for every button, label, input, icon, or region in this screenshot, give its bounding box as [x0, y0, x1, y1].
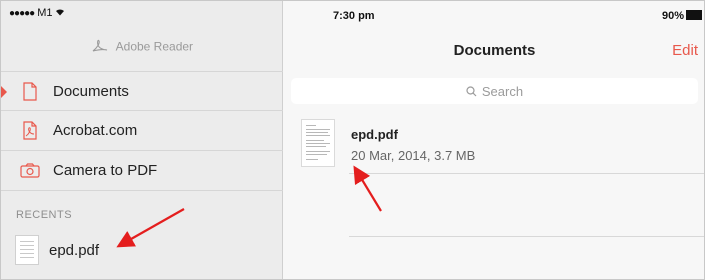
adobe-acrobat-logo-icon: [91, 39, 109, 56]
app-window: ●●●●● M1 Adobe Reader Documents Acrobat.…: [0, 0, 705, 280]
sidebar-item-label: Camera to PDF: [53, 162, 158, 179]
recent-item-label: epd.pdf: [49, 241, 100, 259]
search-input[interactable]: Search: [291, 78, 698, 104]
document-name: epd.pdf: [351, 127, 398, 142]
search-placeholder: Search: [481, 83, 524, 99]
status-time: 7:30 pm: [333, 10, 375, 22]
carrier-label: M1: [37, 7, 53, 19]
sidebar-item-label: Acrobat.com: [53, 122, 138, 139]
document-row-epd-pdf[interactable]: epd.pdf 20 Mar, 2014, 3.7 MB: [301, 119, 701, 171]
battery-percentage: 90%: [661, 10, 684, 22]
row-divider: [349, 173, 704, 174]
recents-header: RECENTS: [16, 209, 73, 221]
brand-label: Adobe Reader: [115, 39, 194, 54]
app-brand: Adobe Reader: [1, 39, 283, 56]
sidebar-item-acrobat-com[interactable]: Acrobat.com: [1, 111, 283, 151]
main-panel: 7:30 pm 90% Documents Edit Search epd.pd…: [283, 1, 704, 279]
edit-button[interactable]: Edit: [672, 42, 698, 59]
status-bar-left: ●●●●● M1: [9, 7, 65, 19]
wifi-icon: [55, 7, 65, 19]
row-divider: [349, 236, 704, 237]
acrobat-icon: [19, 120, 41, 142]
pdf-thumbnail-icon: [301, 119, 335, 167]
search-icon: [466, 85, 477, 97]
pdf-thumbnail-icon: [15, 235, 39, 265]
document-meta: 20 Mar, 2014, 3.7 MB: [351, 148, 476, 163]
sidebar-item-label: Documents: [53, 82, 129, 100]
sidebar-item-documents[interactable]: Documents: [1, 71, 283, 111]
sidebar-item-camera-to-pdf[interactable]: Camera to PDF: [1, 151, 283, 191]
signal-icon: ●●●●●: [9, 7, 35, 19]
recent-item-epd-pdf[interactable]: epd.pdf: [1, 227, 283, 273]
document-icon: [19, 80, 41, 102]
sidebar: ●●●●● M1 Adobe Reader Documents Acrobat.…: [1, 1, 283, 279]
battery-icon: [686, 10, 702, 20]
camera-icon: [19, 160, 41, 182]
active-indicator: [1, 86, 7, 98]
page-title: Documents: [453, 42, 536, 59]
